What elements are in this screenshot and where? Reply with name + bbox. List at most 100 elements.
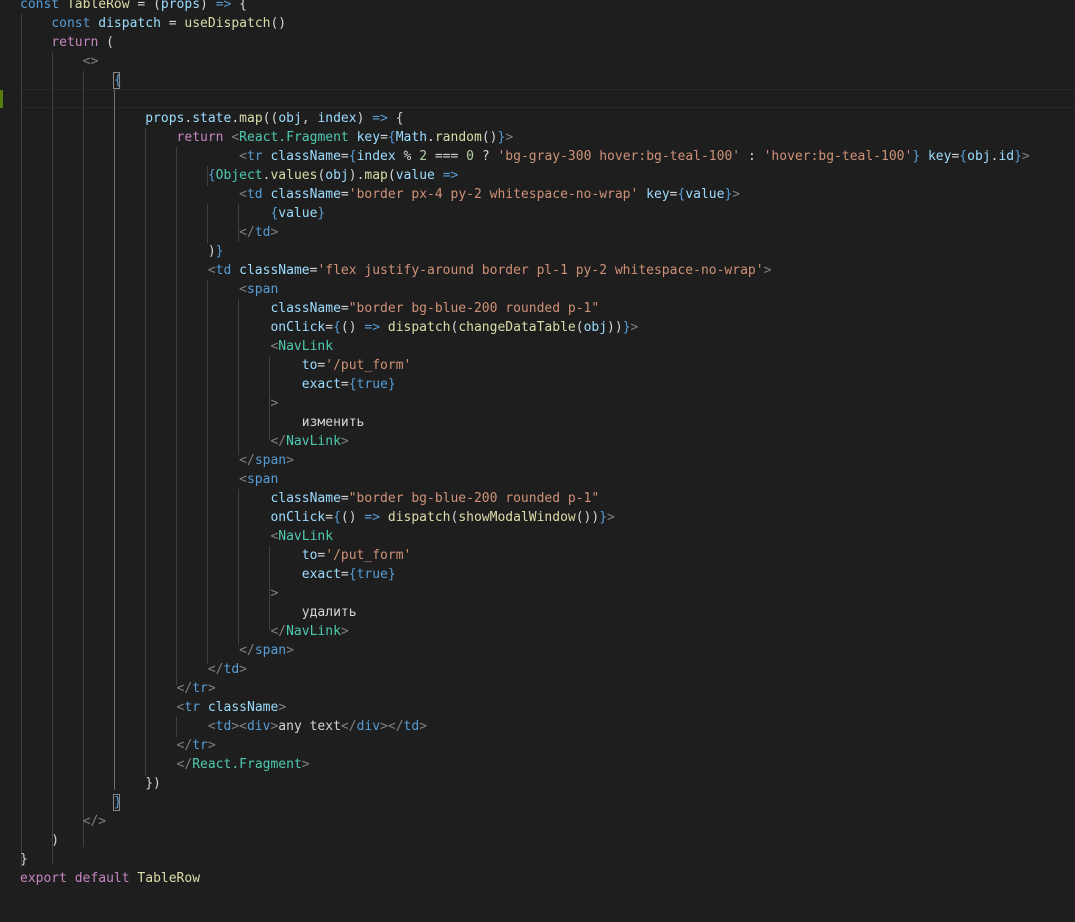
code-line[interactable]: <tr className> <box>20 698 287 717</box>
code-token: < <box>207 263 216 278</box>
code-token: Object <box>215 168 263 183</box>
code-token: > <box>239 662 247 677</box>
code-line[interactable]: <span <box>20 280 278 299</box>
code-line[interactable]: className="border bg-blue-200 rounded p-… <box>20 489 599 508</box>
code-token: return <box>176 130 224 145</box>
code-token: td <box>215 719 232 734</box>
code-token: tr <box>192 738 208 753</box>
code-line[interactable]: изменить <box>20 413 365 432</box>
code-line[interactable]: <td><div>any text</div></td> <box>20 717 427 736</box>
code-token: > <box>270 225 279 240</box>
code-token: { <box>387 130 396 145</box>
code-token: id <box>998 149 1015 164</box>
code-token: "border bg-blue-200 rounded p-1" <box>348 301 600 316</box>
code-line[interactable]: удалить <box>20 603 357 622</box>
code-line[interactable]: } <box>20 793 122 812</box>
code-line[interactable]: </NavLink> <box>20 622 348 641</box>
code-token: > <box>419 719 428 734</box>
code-token: ( <box>98 35 114 50</box>
code-line[interactable]: exact={true} <box>20 375 396 394</box>
code-line[interactable]: > <box>20 394 278 413</box>
code-line[interactable]: <> <box>20 52 99 71</box>
code-line[interactable]: </span> <box>20 451 294 470</box>
code-line[interactable]: return ( <box>20 33 114 52</box>
code-line[interactable]: const TableRow = (props) => { <box>20 0 247 14</box>
code-line[interactable]: </tr> <box>20 679 216 698</box>
code-token: const <box>51 16 99 31</box>
code-token: </ <box>239 453 255 468</box>
code-line[interactable]: }) <box>20 774 161 793</box>
code-line[interactable]: <NavLink <box>20 527 333 546</box>
code-token: = <box>325 320 334 335</box>
code-token: } <box>599 510 608 525</box>
code-token: </ <box>239 643 255 658</box>
code-token: td <box>254 225 271 240</box>
code-editor[interactable]: const TableRow = (props) => { const disp… <box>0 0 1075 922</box>
code-token: { <box>348 149 357 164</box>
code-line[interactable]: <td className='flex justify-around borde… <box>20 261 772 280</box>
code-token: > <box>286 453 294 468</box>
bracket-match-close <box>113 794 120 811</box>
code-token: React.Fragment <box>239 130 349 145</box>
code-token: 0 <box>466 149 474 164</box>
code-token: TableRow <box>66 0 130 12</box>
code-token: > <box>607 510 615 525</box>
code-line[interactable]: export default TableRow <box>20 869 200 888</box>
code-line[interactable]: {Object.values(obj).map(value => <box>20 166 459 185</box>
code-line[interactable]: <span <box>20 470 278 489</box>
code-line[interactable]: { <box>20 71 122 90</box>
code-line[interactable]: to='/put_form' <box>20 546 412 565</box>
code-token: > <box>763 263 772 278</box>
code-line[interactable]: > <box>20 584 278 603</box>
code-line[interactable]: <tr className={index % 2 === 0 ? 'bg-gra… <box>20 147 1030 166</box>
code-line[interactable]: </tr> <box>20 736 216 755</box>
code-token: } <box>622 320 631 335</box>
code-token: React.Fragment <box>192 757 302 772</box>
code-token: dispatch <box>387 320 451 335</box>
code-token: = <box>340 149 349 164</box>
code-token: NavLink <box>286 434 341 449</box>
code-token: td <box>403 719 420 734</box>
code-line[interactable]: to='/put_form' <box>20 356 412 375</box>
code-line[interactable]: </NavLink> <box>20 432 348 451</box>
code-line[interactable]: ) <box>20 831 59 850</box>
code-token: < <box>207 719 216 734</box>
code-line[interactable]: const dispatch = useDispatch() <box>20 14 286 33</box>
code-line[interactable]: exact={true} <box>20 565 396 584</box>
code-line[interactable]: </span> <box>20 641 294 660</box>
code-line[interactable]: {value} <box>20 204 325 223</box>
code-token: useDispatch <box>184 16 271 31</box>
code-token: = <box>160 16 185 31</box>
code-line[interactable]: <NavLink <box>20 337 333 356</box>
code-token: > <box>732 187 741 202</box>
code-line[interactable]: </React.Fragment> <box>20 755 310 774</box>
code-line[interactable]: </td> <box>20 223 278 242</box>
code-line[interactable]: onClick={() => dispatch(showModalWindow(… <box>20 508 615 527</box>
code-token: } <box>387 377 396 392</box>
code-token: map <box>364 168 388 183</box>
code-line[interactable]: </> <box>20 812 106 831</box>
code-line[interactable]: )} <box>20 242 224 261</box>
code-token: { <box>333 510 341 525</box>
code-token: < <box>239 282 247 297</box>
code-line[interactable]: props.state.map((obj, index) => { <box>20 109 403 128</box>
code-line[interactable]: className="border bg-blue-200 rounded p-… <box>20 299 599 318</box>
code-line[interactable]: </td> <box>20 660 247 679</box>
code-token: = ( <box>129 0 161 12</box>
code-line[interactable]: <td className='border px-4 py-2 whitespa… <box>20 185 740 204</box>
code-token: ) <box>20 833 60 848</box>
code-line[interactable]: return <React.Fragment key={Math.random(… <box>20 128 514 147</box>
code-line[interactable]: } <box>20 850 28 869</box>
code-token: } <box>215 244 224 259</box>
code-token: < <box>231 130 240 145</box>
code-line[interactable]: onClick={() => dispatch(changeDataTable(… <box>20 318 638 337</box>
